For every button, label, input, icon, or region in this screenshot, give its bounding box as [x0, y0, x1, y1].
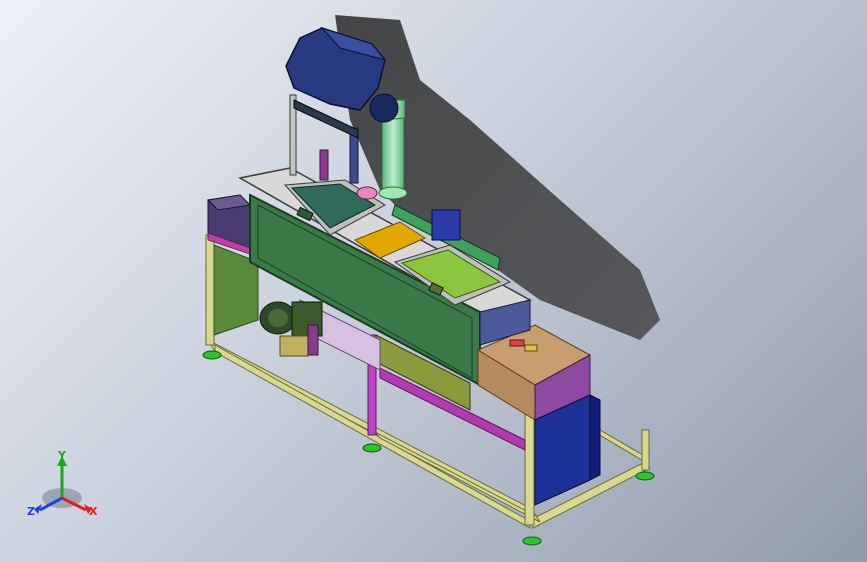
- leveling-foot: [522, 536, 542, 546]
- machine-model: [34, 15, 660, 546]
- control-panel-button: [509, 339, 525, 347]
- leveling-foot: [202, 350, 222, 360]
- pump-motor: [259, 301, 323, 357]
- y-axis-label: Y: [58, 449, 66, 462]
- x-axis-label: X: [89, 505, 98, 518]
- control-panel-button: [524, 344, 538, 352]
- cad-viewport[interactable]: Y X Z: [0, 0, 867, 562]
- leveling-foot: [362, 443, 382, 453]
- drive-box: [431, 209, 461, 241]
- z-axis-label: Z: [27, 505, 35, 518]
- leveling-foot: [635, 471, 655, 481]
- coordinate-triad: [34, 456, 92, 514]
